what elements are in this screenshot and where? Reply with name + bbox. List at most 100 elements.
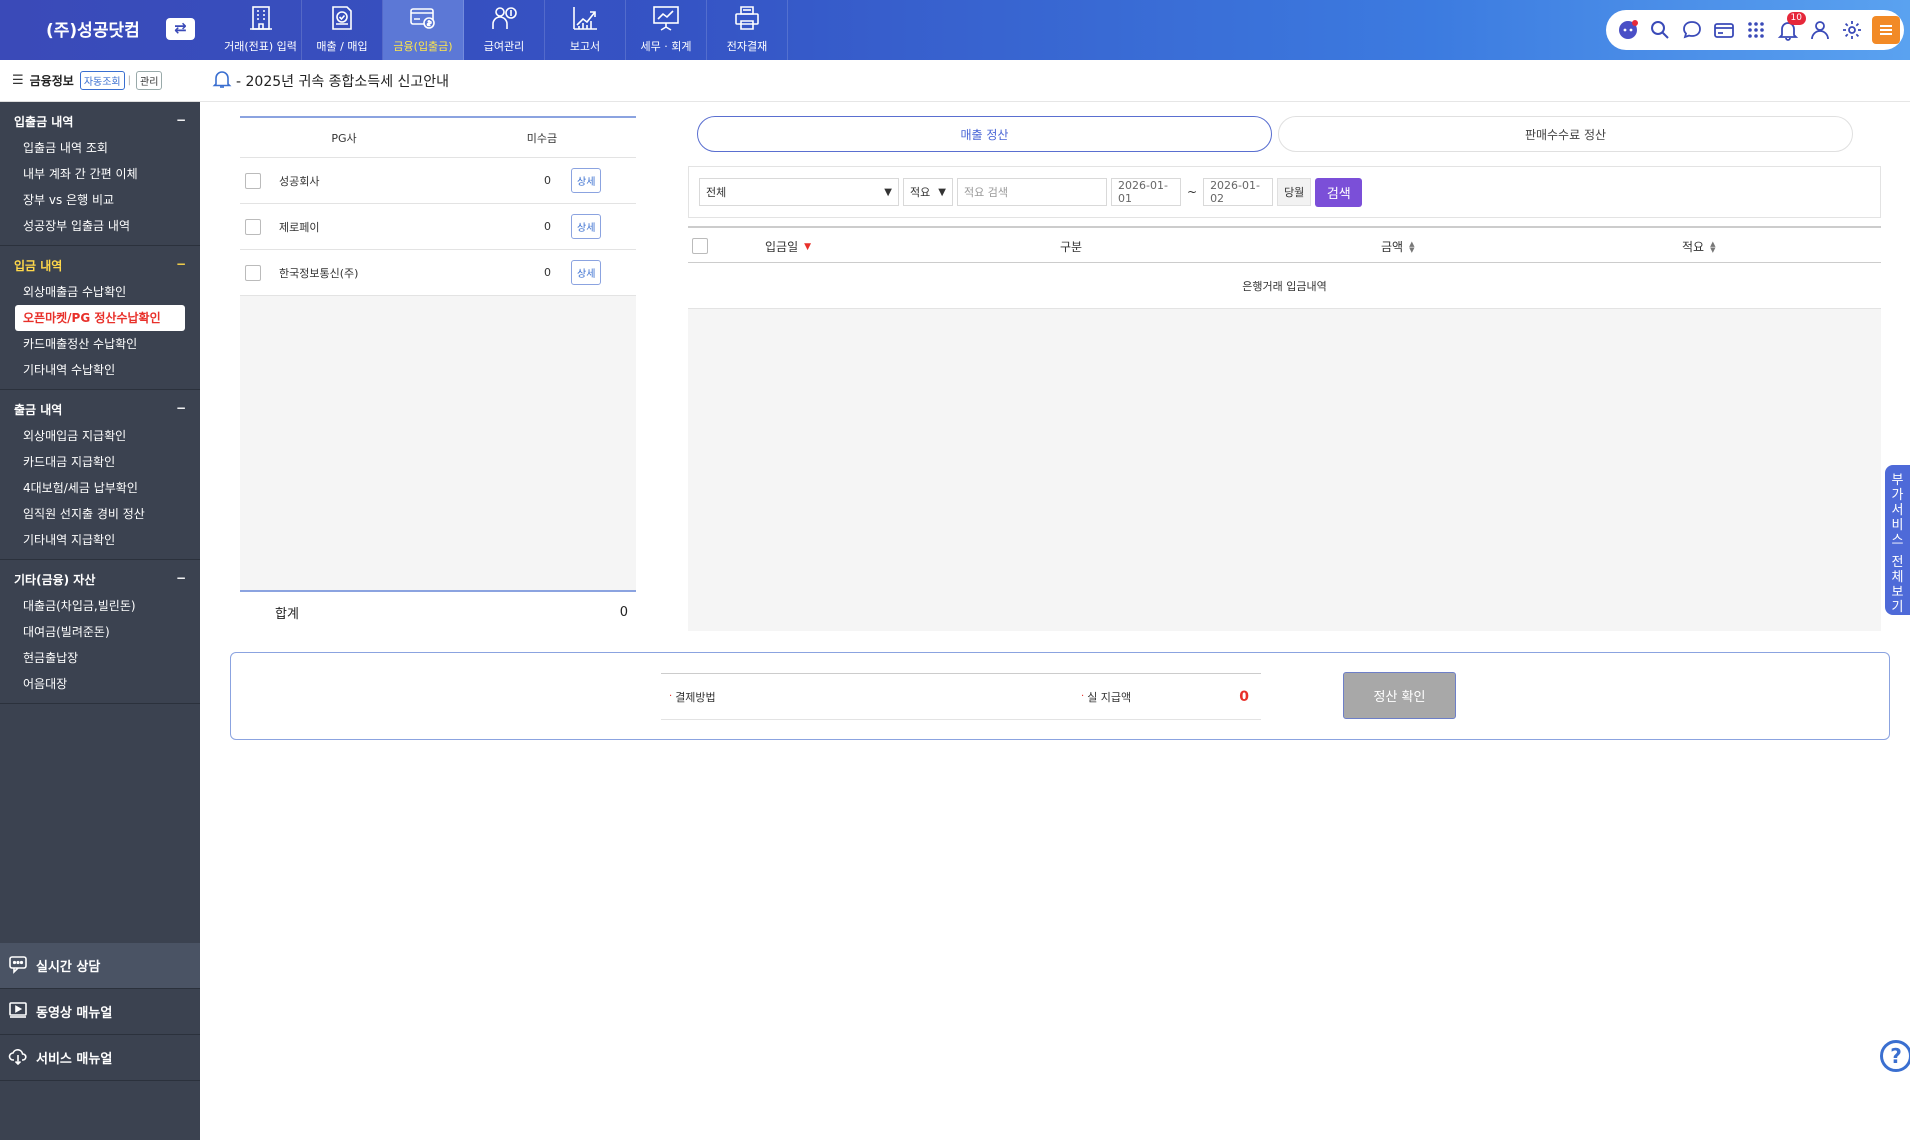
sidebar-item[interactable]: 4대보험/세금 납부확인	[15, 475, 185, 501]
nav-tax-accounting[interactable]: 세무 · 회계	[626, 0, 707, 60]
auto-query-button[interactable]: 자동조회	[79, 71, 125, 90]
row-checkbox[interactable]	[245, 218, 261, 235]
sidebar: ☰ 금융정보 자동조회 | 관리 입출금 내역 − 입출금 내역 조회 내부 계…	[0, 60, 200, 1140]
row-checkbox[interactable]	[245, 264, 261, 281]
all-services-side-tab[interactable]: 부 가 서 비 스 전 체 보 기	[1885, 465, 1910, 615]
notification-badge: 10	[1786, 12, 1806, 25]
nav-payroll[interactable]: 급여관리	[464, 0, 545, 60]
sidebar-item[interactable]: 기타내역 수납확인	[15, 357, 185, 383]
user-icon[interactable]	[1808, 18, 1832, 42]
date-from-input[interactable]: 2026-01-01	[1111, 178, 1181, 206]
section-title[interactable]: 기타(금융) 자산 −	[0, 568, 200, 593]
checklist-icon: ☰	[12, 73, 24, 88]
help-icon[interactable]: ?	[1880, 1040, 1910, 1072]
col-label: 입금일	[765, 240, 799, 254]
settings-icon[interactable]	[1840, 18, 1864, 42]
col-amount[interactable]: 금액 ▲ ▼	[1381, 238, 1414, 255]
sidebar-item[interactable]: 성공장부 입출금 내역	[15, 213, 185, 239]
section-title[interactable]: 입금 내역 −	[0, 254, 200, 279]
table-row: 한국정보통신(주) 0 상세	[240, 250, 636, 296]
col-memo[interactable]: 적요 ▲ ▼	[1682, 238, 1715, 255]
sidebar-item[interactable]: 대출금(차입금,빌린돈)	[15, 593, 185, 619]
category-value: 전체	[706, 186, 727, 199]
nav-transaction-entry[interactable]: 거래(전표) 입력	[220, 0, 302, 60]
total-value: 0	[619, 605, 628, 620]
search-input[interactable]: 적요 검색	[957, 178, 1107, 206]
manage-button[interactable]: 관리	[136, 71, 163, 90]
payment-method-text: 결제방법	[675, 690, 716, 704]
settlement-box: · 결제방법 · 실 지급액 0 정산 확인	[230, 652, 1890, 740]
pg-name: 성공회사	[279, 174, 320, 188]
sidebar-item[interactable]: 내부 계좌 간 간편 이체	[15, 161, 185, 187]
sidebar-item[interactable]: 임직원 선지출 경비 정산	[15, 501, 185, 527]
sidebar-item[interactable]: 카드대금 지급확인	[15, 449, 185, 475]
col-deposit-date[interactable]: 입금일 ▼	[765, 238, 811, 255]
sidebar-item-active[interactable]: 오픈마켓/PG 정산수납확인	[15, 305, 185, 331]
live-chat-button[interactable]: 실시간 상담	[0, 943, 200, 989]
confirm-settlement-button[interactable]: 정산 확인	[1343, 672, 1456, 719]
section-title[interactable]: 입출금 내역 −	[0, 110, 200, 135]
sidebar-item[interactable]: 기타내역 지급확인	[15, 527, 185, 553]
table-row: 제로페이 0 상세	[240, 204, 636, 250]
detail-button[interactable]: 상세	[571, 260, 602, 285]
sidebar-item[interactable]: 장부 vs 은행 비교	[15, 187, 185, 213]
notice-text[interactable]: - 2025년 귀속 종합소득세 신고안내	[236, 71, 449, 91]
bullet: ·	[669, 691, 673, 702]
date-to-input[interactable]: 2026-01-02	[1203, 178, 1274, 206]
video-manual-button[interactable]: 동영상 매뉴얼	[0, 989, 200, 1035]
side-tab-char: 서	[1891, 503, 1904, 518]
search-button[interactable]: 검색	[1315, 177, 1363, 207]
field-select[interactable]: 적요 ▼	[903, 178, 953, 206]
this-month-button[interactable]: 당월	[1277, 178, 1312, 206]
sidebar-item[interactable]: 대여금(빌려준돈)	[15, 619, 185, 645]
cloud-download-icon	[8, 1046, 36, 1070]
section-title-text: 출금 내역	[14, 403, 63, 417]
nav-finance[interactable]: 금융(입출금)	[383, 0, 464, 60]
hamburger-menu-icon[interactable]	[1872, 16, 1900, 44]
nav-label: 거래(전표) 입력	[224, 40, 297, 53]
switch-company-button[interactable]: ⇄	[166, 18, 195, 40]
nav-e-approval[interactable]: 전자결재	[707, 0, 788, 60]
chatbot-icon[interactable]	[1616, 18, 1640, 42]
chat-icon[interactable]	[1680, 18, 1704, 42]
service-manual-button[interactable]: 서비스 매뉴얼	[0, 1035, 200, 1081]
sort-icon[interactable]: ▲ ▼	[1409, 240, 1414, 253]
bell-outline-icon	[212, 69, 236, 92]
sidebar-item[interactable]: 현금출납장	[15, 645, 185, 671]
notice-bar[interactable]: - 2025년 귀속 종합소득세 신고안내	[200, 60, 1910, 102]
tab-sales-settlement[interactable]: 매출 정산	[697, 116, 1272, 152]
sort-desc-icon[interactable]: ▼	[804, 242, 811, 252]
side-tab-char: 부	[1891, 473, 1904, 488]
nav-reports[interactable]: 보고서	[545, 0, 626, 60]
collapse-icon[interactable]: −	[176, 113, 186, 130]
nav-sales-purchase[interactable]: 매출 / 매입	[302, 0, 383, 60]
sidebar-item[interactable]: 입출금 내역 조회	[15, 135, 185, 161]
pg-amount: 0	[544, 220, 551, 233]
sidebar-item[interactable]: 카드매출정산 수납확인	[15, 331, 185, 357]
category-select[interactable]: 전체 ▼	[699, 178, 899, 206]
row-checkbox[interactable]	[245, 172, 261, 189]
company-name[interactable]: (주)성공닷컴	[46, 16, 140, 41]
card-icon[interactable]	[1712, 18, 1736, 42]
collapse-icon[interactable]: −	[176, 257, 186, 274]
side-tab-char: 체	[1891, 570, 1904, 585]
sort-icon[interactable]: ▲ ▼	[1710, 240, 1715, 253]
apps-grid-icon[interactable]	[1744, 18, 1768, 42]
search-icon[interactable]	[1648, 18, 1672, 42]
detail-button[interactable]: 상세	[571, 214, 602, 239]
sidebar-item[interactable]: 외상매출금 수납확인	[15, 279, 185, 305]
bell-icon[interactable]: 10	[1776, 12, 1806, 42]
sidebar-item[interactable]: 어음대장	[15, 671, 185, 697]
section-deposit-withdraw: 입출금 내역 − 입출금 내역 조회 내부 계좌 간 간편 이체 장부 vs 은…	[0, 102, 200, 246]
sidebar-title: 금융정보	[29, 74, 74, 88]
pg-total-row: 합계 0	[240, 590, 636, 633]
sidebar-item[interactable]: 외상매입금 지급확인	[15, 423, 185, 449]
section-title-text: 입출금 내역	[14, 115, 74, 129]
collapse-icon[interactable]: −	[176, 401, 186, 418]
detail-button[interactable]: 상세	[571, 168, 602, 193]
section-title[interactable]: 출금 내역 −	[0, 398, 200, 423]
tab-commission-settlement[interactable]: 판매수수료 정산	[1278, 116, 1853, 152]
chevron-down-icon: ▼	[884, 186, 892, 198]
select-all-checkbox[interactable]	[692, 238, 708, 254]
collapse-icon[interactable]: −	[176, 571, 186, 588]
